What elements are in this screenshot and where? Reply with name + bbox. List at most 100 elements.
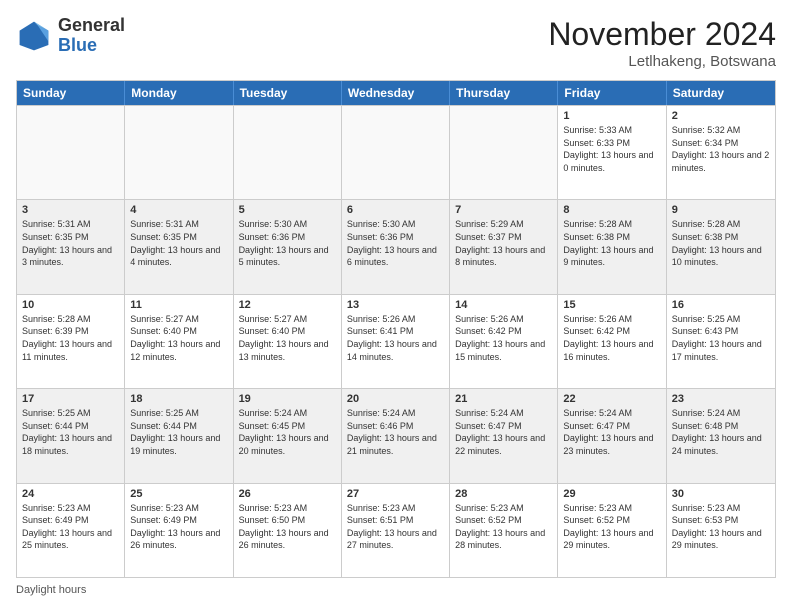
day-info: Sunrise: 5:23 AM Sunset: 6:49 PM Dayligh…	[22, 502, 119, 552]
day-info: Sunrise: 5:28 AM Sunset: 6:39 PM Dayligh…	[22, 313, 119, 363]
day-info: Sunrise: 5:25 AM Sunset: 6:44 PM Dayligh…	[130, 407, 227, 457]
logo-icon	[16, 18, 52, 54]
day-cell-12: 12 Sunrise: 5:27 AM Sunset: 6:40 PM Dayli…	[234, 295, 342, 388]
day-number: 14	[455, 299, 552, 311]
day-info: Sunrise: 5:29 AM Sunset: 6:37 PM Dayligh…	[455, 218, 552, 268]
empty-cell	[17, 106, 125, 199]
day-number: 5	[239, 204, 336, 216]
calendar-row-1: 3Sunrise: 5:31 AM Sunset: 6:35 PM Daylig…	[17, 199, 775, 293]
day-number: 18	[130, 393, 227, 405]
day-info: Sunrise: 5:24 AM Sunset: 6:48 PM Dayligh…	[672, 407, 770, 457]
empty-cell	[125, 106, 233, 199]
day-number: 21	[455, 393, 552, 405]
day-info: Sunrise: 5:26 AM Sunset: 6:42 PM Dayligh…	[455, 313, 552, 363]
calendar-row-4: 24 Sunrise: 5:23 AM Sunset: 6:49 PM Dayli…	[17, 483, 775, 577]
day-cell-9: 9 Sunrise: 5:28 AM Sunset: 6:38 PM Daylig…	[667, 200, 775, 293]
day-info: Sunrise: 5:24 AM Sunset: 6:47 PM Dayligh…	[455, 407, 552, 457]
day-number: 29	[563, 488, 660, 500]
day-info: Sunrise: 5:28 AM Sunset: 6:38 PM Dayligh…	[672, 218, 770, 268]
day-info: Sunrise: 5:23 AM Sunset: 6:52 PM Dayligh…	[563, 502, 660, 552]
calendar-row-2: 10 Sunrise: 5:28 AM Sunset: 6:39 PM Dayli…	[17, 294, 775, 388]
logo-text: General Blue	[58, 16, 125, 56]
day-info: Sunrise: 5:26 AM Sunset: 6:42 PM Dayligh…	[563, 313, 660, 363]
day-info: Sunrise: 5:27 AM Sunset: 6:40 PM Dayligh…	[239, 313, 336, 363]
day-number: 25	[130, 488, 227, 500]
title-section: November 2024 Letlhakeng, Botswana	[548, 16, 776, 70]
day-cell-22: 22 Sunrise: 5:24 AM Sunset: 6:47 PM Dayli…	[558, 389, 666, 482]
day-number: 15	[563, 299, 660, 311]
day-info: Sunrise: 5:32 AM Sunset: 6:34 PM Dayligh…	[672, 124, 770, 174]
logo-blue-text: Blue	[58, 35, 97, 55]
day-number: 22	[563, 393, 660, 405]
day-cell-24: 24 Sunrise: 5:23 AM Sunset: 6:49 PM Dayli…	[17, 484, 125, 577]
day-cell-26: 26 Sunrise: 5:23 AM Sunset: 6:50 PM Dayli…	[234, 484, 342, 577]
calendar-row-3: 17 Sunrise: 5:25 AM Sunset: 6:44 PM Dayli…	[17, 388, 775, 482]
day-cell-17: 17 Sunrise: 5:25 AM Sunset: 6:44 PM Dayli…	[17, 389, 125, 482]
day-info: Sunrise: 5:28 AM Sunset: 6:38 PM Dayligh…	[563, 218, 660, 268]
calendar-header-sunday: Sunday	[17, 81, 125, 105]
day-info: Sunrise: 5:24 AM Sunset: 6:46 PM Dayligh…	[347, 407, 444, 457]
day-number: 26	[239, 488, 336, 500]
day-cell-30: 30 Sunrise: 5:23 AM Sunset: 6:53 PM Dayli…	[667, 484, 775, 577]
calendar-header-friday: Friday	[558, 81, 666, 105]
day-cell-8: 8Sunrise: 5:28 AM Sunset: 6:38 PM Daylig…	[558, 200, 666, 293]
day-number: 4	[130, 204, 227, 216]
day-number: 17	[22, 393, 119, 405]
day-cell-11: 11Sunrise: 5:27 AM Sunset: 6:40 PM Dayli…	[125, 295, 233, 388]
day-number: 12	[239, 299, 336, 311]
day-cell-3: 3Sunrise: 5:31 AM Sunset: 6:35 PM Daylig…	[17, 200, 125, 293]
calendar-body: 1 Sunrise: 5:33 AM Sunset: 6:33 PM Daylig…	[17, 105, 775, 577]
day-number: 6	[347, 204, 444, 216]
empty-cell	[234, 106, 342, 199]
day-info: Sunrise: 5:25 AM Sunset: 6:44 PM Dayligh…	[22, 407, 119, 457]
day-cell-20: 20 Sunrise: 5:24 AM Sunset: 6:46 PM Dayli…	[342, 389, 450, 482]
day-info: Sunrise: 5:23 AM Sunset: 6:53 PM Dayligh…	[672, 502, 770, 552]
day-info: Sunrise: 5:24 AM Sunset: 6:45 PM Dayligh…	[239, 407, 336, 457]
day-info: Sunrise: 5:30 AM Sunset: 6:36 PM Dayligh…	[347, 218, 444, 268]
day-info: Sunrise: 5:33 AM Sunset: 6:33 PM Dayligh…	[563, 124, 660, 174]
day-cell-2: 2 Sunrise: 5:32 AM Sunset: 6:34 PM Daylig…	[667, 106, 775, 199]
day-cell-14: 14 Sunrise: 5:26 AM Sunset: 6:42 PM Dayli…	[450, 295, 558, 388]
calendar-header-tuesday: Tuesday	[234, 81, 342, 105]
day-number: 23	[672, 393, 770, 405]
day-info: Sunrise: 5:31 AM Sunset: 6:35 PM Dayligh…	[130, 218, 227, 268]
day-cell-4: 4 Sunrise: 5:31 AM Sunset: 6:35 PM Daylig…	[125, 200, 233, 293]
day-cell-29: 29 Sunrise: 5:23 AM Sunset: 6:52 PM Dayli…	[558, 484, 666, 577]
day-info: Sunrise: 5:23 AM Sunset: 6:49 PM Dayligh…	[130, 502, 227, 552]
empty-cell	[450, 106, 558, 199]
day-cell-18: 18 Sunrise: 5:25 AM Sunset: 6:44 PM Dayli…	[125, 389, 233, 482]
page: General Blue November 2024 Letlhakeng, B…	[0, 0, 792, 612]
day-number: 9	[672, 204, 770, 216]
day-number: 20	[347, 393, 444, 405]
day-cell-28: 28Sunrise: 5:23 AM Sunset: 6:52 PM Dayli…	[450, 484, 558, 577]
day-info: Sunrise: 5:26 AM Sunset: 6:41 PM Dayligh…	[347, 313, 444, 363]
day-cell-23: 23 Sunrise: 5:24 AM Sunset: 6:48 PM Dayli…	[667, 389, 775, 482]
day-number: 24	[22, 488, 119, 500]
calendar-header-saturday: Saturday	[667, 81, 775, 105]
day-cell-1: 1 Sunrise: 5:33 AM Sunset: 6:33 PM Daylig…	[558, 106, 666, 199]
day-number: 13	[347, 299, 444, 311]
day-cell-15: 15 Sunrise: 5:26 AM Sunset: 6:42 PM Dayli…	[558, 295, 666, 388]
calendar-header-wednesday: Wednesday	[342, 81, 450, 105]
day-number: 30	[672, 488, 770, 500]
calendar-header-monday: Monday	[125, 81, 233, 105]
calendar: SundayMondayTuesdayWednesdayThursdayFrid…	[16, 80, 776, 578]
day-cell-25: 25 Sunrise: 5:23 AM Sunset: 6:49 PM Dayli…	[125, 484, 233, 577]
day-number: 7	[455, 204, 552, 216]
daylight-label: Daylight hours	[16, 584, 86, 596]
day-number: 10	[22, 299, 119, 311]
day-info: Sunrise: 5:23 AM Sunset: 6:50 PM Dayligh…	[239, 502, 336, 552]
calendar-row-0: 1 Sunrise: 5:33 AM Sunset: 6:33 PM Daylig…	[17, 105, 775, 199]
day-cell-6: 6 Sunrise: 5:30 AM Sunset: 6:36 PM Daylig…	[342, 200, 450, 293]
day-number: 2	[672, 110, 770, 122]
day-cell-13: 13 Sunrise: 5:26 AM Sunset: 6:41 PM Dayli…	[342, 295, 450, 388]
calendar-header: SundayMondayTuesdayWednesdayThursdayFrid…	[17, 81, 775, 105]
location: Letlhakeng, Botswana	[548, 53, 776, 70]
day-cell-19: 19 Sunrise: 5:24 AM Sunset: 6:45 PM Dayli…	[234, 389, 342, 482]
day-info: Sunrise: 5:24 AM Sunset: 6:47 PM Dayligh…	[563, 407, 660, 457]
day-cell-21: 21 Sunrise: 5:24 AM Sunset: 6:47 PM Dayli…	[450, 389, 558, 482]
day-cell-27: 27Sunrise: 5:23 AM Sunset: 6:51 PM Dayli…	[342, 484, 450, 577]
day-number: 19	[239, 393, 336, 405]
day-number: 1	[563, 110, 660, 122]
day-number: 16	[672, 299, 770, 311]
